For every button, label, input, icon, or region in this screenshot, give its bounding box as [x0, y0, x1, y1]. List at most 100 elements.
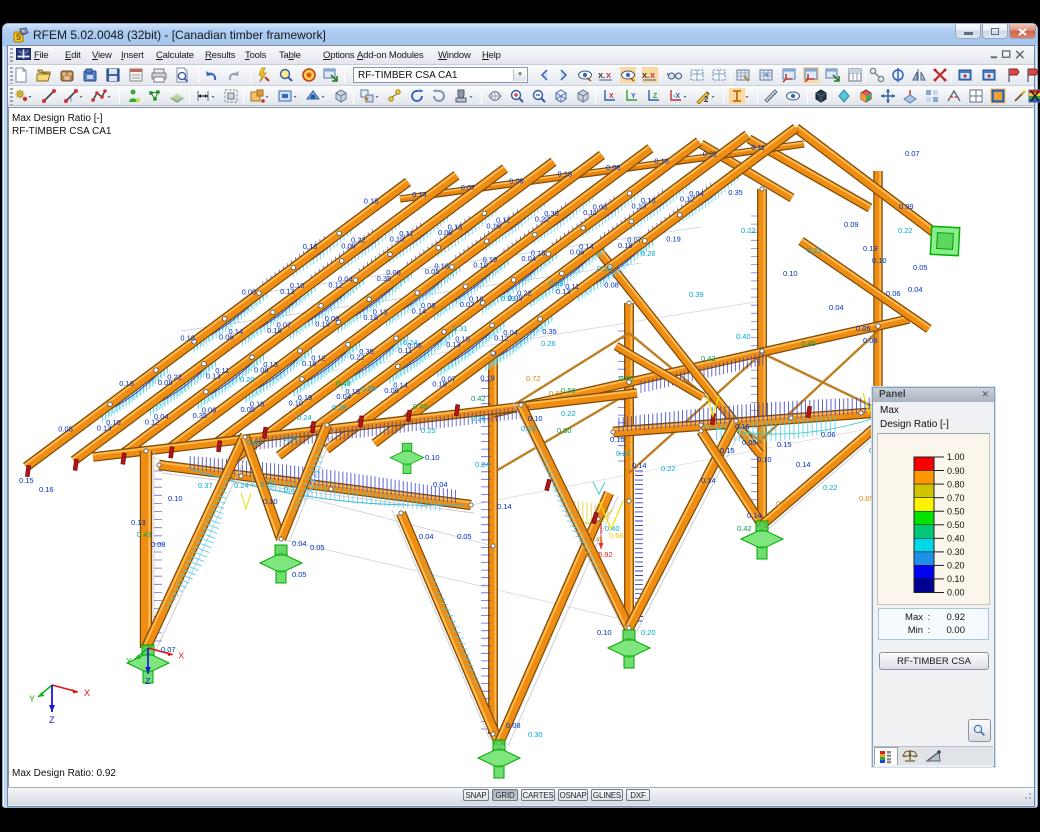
svg-text:0.05: 0.05 [242, 288, 257, 297]
svg-text:0.14: 0.14 [412, 190, 427, 199]
svg-text:0.11: 0.11 [565, 282, 579, 291]
svg-text:0.14: 0.14 [579, 242, 594, 251]
svg-text:0.20: 0.20 [240, 375, 255, 384]
svg-text:0.18: 0.18 [250, 400, 265, 409]
svg-text:0.12: 0.12 [311, 354, 326, 363]
svg-text:0.07: 0.07 [277, 320, 292, 329]
svg-text:0.05: 0.05 [913, 263, 928, 272]
svg-text:0.31: 0.31 [453, 324, 468, 333]
svg-text:0.22: 0.22 [517, 288, 532, 297]
svg-text:0.10: 0.10 [106, 418, 121, 427]
svg-text:0.40: 0.40 [336, 379, 351, 388]
svg-text:0.04: 0.04 [292, 539, 307, 548]
svg-text:0.13: 0.13 [558, 170, 573, 179]
svg-text:0.09: 0.09 [742, 438, 757, 447]
svg-text:0.42: 0.42 [701, 354, 716, 363]
svg-text:0.16: 0.16 [654, 156, 669, 165]
svg-text:0.23: 0.23 [597, 264, 612, 273]
svg-text:0.16: 0.16 [303, 242, 318, 251]
svg-text:0.43: 0.43 [137, 530, 152, 539]
svg-text:0.04: 0.04 [338, 275, 353, 284]
svg-text:0.16: 0.16 [119, 379, 134, 388]
svg-text:Y: Y [631, 93, 636, 100]
svg-text:0.05: 0.05 [310, 543, 325, 552]
svg-text:0.06: 0.06 [821, 430, 836, 439]
svg-text:0.23: 0.23 [521, 424, 536, 433]
svg-text:0.24: 0.24 [234, 481, 249, 490]
svg-text:0.11: 0.11 [399, 229, 413, 238]
svg-text:0.18: 0.18 [434, 262, 449, 271]
svg-text:0.18: 0.18 [531, 249, 546, 258]
svg-text:0.07: 0.07 [441, 375, 456, 384]
svg-text:0.13: 0.13 [263, 360, 278, 369]
svg-text:Z: Z [145, 676, 150, 686]
svg-text:0.10: 0.10 [425, 453, 440, 462]
svg-text:0.22: 0.22 [167, 373, 182, 382]
svg-text:0.08: 0.08 [506, 721, 521, 730]
svg-text:0.22: 0.22 [741, 226, 756, 235]
svg-text:0.41: 0.41 [589, 535, 604, 544]
svg-text:0.06: 0.06 [386, 268, 401, 277]
svg-text:0.14: 0.14 [229, 327, 244, 336]
svg-text:0.07: 0.07 [905, 149, 920, 158]
svg-text:0.40: 0.40 [736, 332, 751, 341]
svg-text:X: X [609, 93, 614, 100]
svg-text:0.72: 0.72 [526, 374, 541, 383]
svg-text:0.05: 0.05 [593, 203, 608, 212]
svg-text:0.39: 0.39 [689, 290, 704, 299]
svg-text:0.10: 0.10 [872, 256, 887, 265]
svg-text:0.30: 0.30 [947, 547, 965, 557]
svg-text:0.29: 0.29 [361, 384, 376, 393]
svg-text:Z: Z [49, 715, 55, 725]
svg-text:5: 5 [16, 32, 21, 42]
svg-text:0.15: 0.15 [720, 446, 735, 455]
svg-text:0.20: 0.20 [947, 561, 965, 571]
svg-text:0.13: 0.13 [131, 518, 146, 527]
svg-text:0.22: 0.22 [661, 464, 676, 473]
svg-text:0.40: 0.40 [619, 374, 634, 383]
svg-text:0.24: 0.24 [475, 460, 490, 469]
svg-text:0.04: 0.04 [908, 285, 923, 294]
svg-text:2: 2 [704, 95, 709, 104]
svg-text:0.27: 0.27 [284, 485, 299, 494]
svg-text:Z: Z [653, 93, 658, 100]
svg-text:0.10: 0.10 [263, 497, 278, 506]
svg-text:0.10: 0.10 [597, 628, 612, 637]
svg-text:0.08: 0.08 [151, 540, 166, 549]
svg-text:0.11: 0.11 [751, 143, 765, 152]
svg-text:0.18: 0.18 [364, 197, 379, 206]
svg-text:0.40: 0.40 [605, 524, 620, 533]
svg-text:0.70: 0.70 [947, 493, 965, 503]
svg-text:0.14: 0.14 [393, 381, 408, 390]
svg-text:X: X [178, 650, 184, 660]
svg-text:0.50: 0.50 [557, 426, 572, 435]
svg-text:0.09: 0.09 [844, 220, 859, 229]
svg-text:0.04: 0.04 [503, 328, 518, 337]
svg-text:X: X [606, 71, 611, 80]
svg-text:0.40: 0.40 [947, 534, 965, 544]
svg-text:0.10: 0.10 [757, 455, 772, 464]
svg-text:0.19: 0.19 [480, 373, 495, 382]
svg-text:0.07: 0.07 [161, 645, 176, 654]
svg-text:0.22: 0.22 [561, 409, 576, 418]
svg-text:0.18: 0.18 [180, 333, 195, 342]
svg-text:0.12: 0.12 [496, 216, 511, 225]
svg-text:0.08: 0.08 [863, 336, 878, 345]
svg-text:0.05: 0.05 [457, 532, 472, 541]
svg-text:0.05: 0.05 [58, 425, 73, 434]
svg-text:X.: X. [598, 71, 605, 80]
svg-text:0.06: 0.06 [202, 406, 217, 415]
svg-text:0.26: 0.26 [471, 414, 486, 423]
svg-text:0.16: 0.16 [469, 295, 484, 304]
svg-text:0.08: 0.08 [421, 301, 436, 310]
svg-text:I: I [70, 97, 72, 104]
svg-text:0.07: 0.07 [461, 183, 476, 192]
svg-text:Y: Y [126, 656, 132, 666]
svg-text:0.14: 0.14 [796, 460, 811, 469]
svg-text:0.13: 0.13 [373, 308, 388, 317]
svg-text:0.15: 0.15 [777, 440, 792, 449]
svg-text:0.11: 0.11 [215, 366, 229, 375]
svg-text:0.09: 0.09 [899, 202, 914, 211]
svg-text:0.23: 0.23 [501, 294, 516, 303]
svg-text:0.22: 0.22 [703, 150, 718, 159]
